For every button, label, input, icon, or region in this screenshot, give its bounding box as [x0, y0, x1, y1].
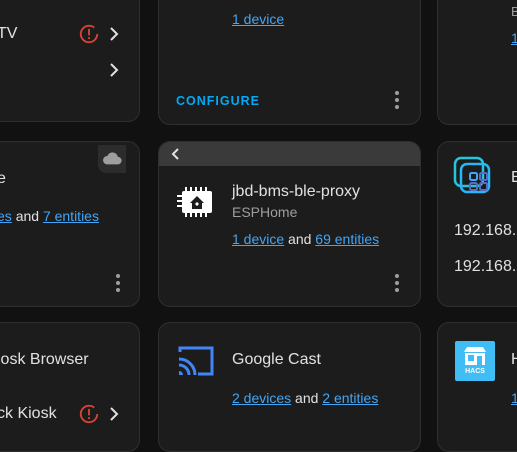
integration-name: H	[511, 351, 517, 369]
and-text: and	[295, 390, 319, 406]
and-text: and	[15, 208, 40, 224]
store-icon	[464, 347, 486, 365]
integration-card-cloud: e es and 7 entities	[0, 141, 140, 307]
cloud-icon	[103, 152, 122, 165]
error-alert-icon	[79, 404, 99, 424]
and-text: and	[288, 231, 312, 247]
integration-card-configure: 1 device CONFIGURE	[158, 0, 421, 125]
integration-subtitle: B	[511, 4, 517, 19]
ip-address: 192.168.	[454, 222, 517, 239]
chevron-right-icon[interactable]	[106, 406, 122, 422]
card-header-bar	[159, 142, 420, 166]
network-integration-icon	[453, 156, 491, 194]
integration-title: jbd-bms-ble-proxy	[232, 183, 361, 200]
integration-card-esphome: jbd-bms-ble-proxy ESPHome 1 device and 6…	[158, 141, 421, 307]
entities-link[interactable]: 69 entities	[315, 231, 379, 247]
entry-name: ck Kiosk	[0, 405, 57, 422]
integration-card-tv[interactable]: TV	[0, 0, 140, 122]
integration-card-hacs: HACS H 1	[437, 322, 517, 452]
entities-link[interactable]: 2 entities	[322, 390, 378, 406]
integration-name: iosk Browser	[0, 351, 89, 368]
integration-card-kiosk: iosk Browser ck Kiosk	[0, 322, 140, 452]
devices-link[interactable]: 1 device	[232, 11, 284, 27]
devices-link[interactable]: 1	[511, 30, 517, 46]
hacs-logo-text: HACS	[465, 368, 485, 375]
esphome-logo-icon	[177, 187, 212, 217]
chevron-right-icon[interactable]	[106, 62, 122, 78]
devices-link[interactable]: 2 devices	[232, 390, 291, 406]
cast-icon	[178, 346, 214, 376]
integration-title: Google Cast	[232, 351, 321, 368]
back-chevron-icon[interactable]	[169, 147, 183, 161]
entities-link[interactable]: 7 entities	[43, 208, 99, 224]
devices-link[interactable]: 1 device	[232, 231, 284, 247]
overflow-menu-icon[interactable]	[387, 90, 407, 110]
devices-link[interactable]: es	[0, 208, 12, 224]
overflow-menu-icon[interactable]	[387, 273, 407, 293]
integration-card-ip: E 192.168. 192.168.	[437, 141, 517, 307]
cloud-badge	[98, 145, 126, 173]
chevron-right-icon[interactable]	[106, 26, 122, 42]
integration-name: TV	[0, 25, 18, 42]
hacs-logo: HACS	[455, 341, 495, 381]
overflow-menu-icon[interactable]	[108, 273, 128, 293]
integration-name: E	[511, 169, 517, 187]
configure-button[interactable]: CONFIGURE	[176, 94, 260, 108]
integration-name: e	[0, 170, 6, 188]
devices-link[interactable]: 1	[511, 390, 517, 406]
integration-card-google-cast: Google Cast 2 devices and 2 entities	[158, 322, 421, 452]
integration-card-right-top: B 1	[437, 0, 517, 125]
integration-subtitle: ESPHome	[232, 204, 298, 220]
ip-address: 192.168.	[454, 258, 517, 275]
error-alert-icon	[79, 24, 99, 44]
